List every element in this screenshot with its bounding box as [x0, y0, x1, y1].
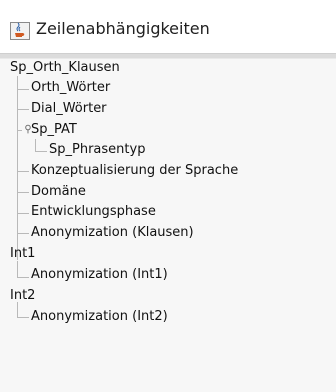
tree-connector — [17, 317, 29, 318]
tree-node-int2[interactable]: Int2 — [10, 287, 35, 305]
header-divider — [0, 53, 336, 54]
tree-node-anonymization-int1[interactable]: Anonymization (Int1) — [31, 266, 168, 284]
tree-node-entwicklungsphase[interactable]: Entwicklungsphase — [31, 203, 156, 221]
tree-node-domaene[interactable]: Domäne — [31, 183, 86, 201]
tree-connector — [17, 233, 29, 234]
tree-node-sp-orth-klausen[interactable]: Sp_Orth_Klausen — [10, 59, 120, 77]
window-title: Zeilenabhängigkeiten — [36, 19, 210, 38]
tree-connector — [35, 151, 47, 152]
tree-node-int1[interactable]: Int1 — [10, 245, 35, 263]
tree-node-anonymization-int2[interactable]: Anonymization (Int2) — [31, 308, 168, 326]
tree-connector — [17, 261, 18, 278]
tree-node-sp-pat[interactable]: Sp_PAT — [31, 121, 77, 139]
tree-node-orth-woerter[interactable]: Orth_Wörter — [31, 79, 110, 97]
dependency-tree[interactable]: Sp_Orth_Klausen Orth_Wörter Dial_Wörter … — [0, 59, 336, 392]
tree-node-konzeptualisierung[interactable]: Konzeptualisierung der Sprache — [31, 162, 238, 180]
dialog-header: Zeilenabhängigkeiten — [0, 0, 336, 54]
tree-connector — [17, 192, 29, 193]
tree-connector — [17, 109, 29, 110]
tree-node-anonymization-klausen[interactable]: Anonymization (Klausen) — [31, 224, 194, 242]
tree-connector — [17, 213, 29, 214]
tree-connector — [17, 171, 29, 172]
tree-connector — [17, 130, 22, 131]
tree-connector — [35, 139, 36, 151]
java-cup-icon — [10, 22, 30, 40]
tree-node-sp-phrasentyp[interactable]: Sp_Phrasentyp — [49, 141, 145, 159]
tree-connector — [17, 89, 29, 90]
tree-panel[interactable]: Sp_Orth_Klausen Orth_Wörter Dial_Wörter … — [0, 58, 336, 392]
tree-connector — [17, 277, 29, 278]
tree-node-dial-woerter[interactable]: Dial_Wörter — [31, 100, 107, 118]
